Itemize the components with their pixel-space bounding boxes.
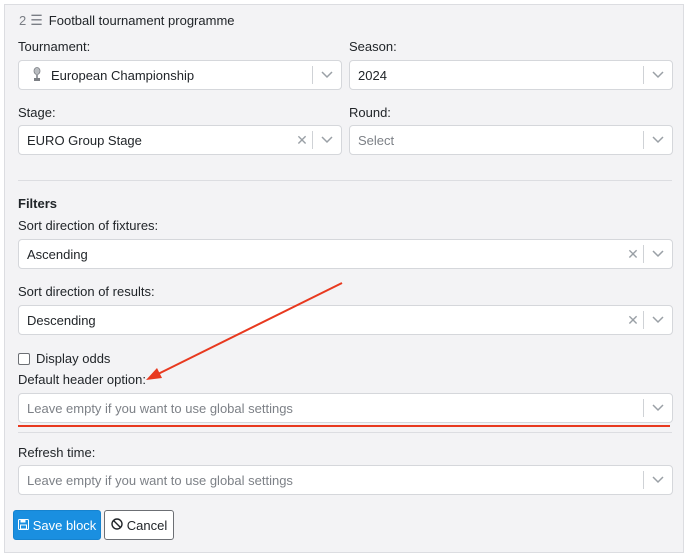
- chevron-down-icon[interactable]: [644, 316, 672, 324]
- chevron-down-icon[interactable]: [313, 136, 341, 144]
- clear-icon[interactable]: ✕: [292, 132, 312, 149]
- tournament-select[interactable]: European Championship: [18, 60, 342, 90]
- refresh-time-label: Refresh time:: [18, 445, 96, 460]
- filters-heading: Filters: [18, 196, 58, 211]
- annotation-underline: [18, 425, 670, 427]
- stage-value: EURO Group Stage: [27, 132, 142, 148]
- results-sort-select[interactable]: Descending ✕: [18, 305, 673, 335]
- season-select[interactable]: 2024: [349, 60, 673, 90]
- save-block-button[interactable]: Save block: [13, 510, 101, 540]
- clear-icon[interactable]: ✕: [623, 246, 643, 263]
- round-placeholder: Select: [358, 132, 395, 148]
- save-block-label: Save block: [32, 517, 97, 533]
- display-odds-checkbox[interactable]: [18, 352, 30, 365]
- block-header: 2 ☰ Football tournament programme: [19, 12, 235, 29]
- cancel-label: Cancel: [126, 517, 168, 533]
- fixtures-sort-select[interactable]: Ascending ✕: [18, 239, 673, 269]
- chevron-down-icon[interactable]: [644, 476, 672, 484]
- cancel-button[interactable]: Cancel: [104, 510, 174, 540]
- stage-label: Stage:: [18, 105, 56, 120]
- results-sort-value: Descending: [27, 312, 96, 328]
- refresh-time-placeholder: Leave empty if you want to use global se…: [27, 472, 293, 488]
- chevron-down-icon[interactable]: [644, 250, 672, 258]
- display-odds-row: Display odds: [18, 351, 110, 366]
- season-label: Season:: [349, 39, 397, 54]
- tournament-value: European Championship: [51, 67, 195, 83]
- results-sort-label: Sort direction of results:: [18, 284, 155, 299]
- header-option-placeholder: Leave empty if you want to use global se…: [27, 400, 293, 416]
- menu-icon[interactable]: ☰: [30, 12, 43, 29]
- round-select[interactable]: Select: [349, 125, 673, 155]
- chevron-down-icon[interactable]: [644, 404, 672, 412]
- display-odds-label: Display odds: [36, 351, 111, 366]
- divider: [18, 432, 672, 433]
- header-option-select[interactable]: Leave empty if you want to use global se…: [18, 393, 673, 423]
- season-value: 2024: [358, 67, 387, 83]
- fixtures-sort-value: Ascending: [27, 246, 88, 262]
- stage-select[interactable]: EURO Group Stage ✕: [18, 125, 342, 155]
- chevron-down-icon[interactable]: [644, 136, 672, 144]
- refresh-time-select[interactable]: Leave empty if you want to use global se…: [18, 465, 673, 495]
- save-icon: [17, 518, 29, 533]
- chevron-down-icon[interactable]: [313, 71, 341, 79]
- block-title: Football tournament programme: [48, 13, 235, 28]
- trophy-icon: [27, 67, 47, 83]
- divider: [18, 180, 672, 181]
- tournament-label: Tournament:: [18, 39, 91, 54]
- clear-icon[interactable]: ✕: [623, 312, 643, 329]
- ban-icon: [111, 517, 123, 533]
- round-label: Round:: [349, 105, 391, 120]
- programme-block-panel: 2 ☰ Football tournament programme Tourna…: [4, 4, 684, 553]
- fixtures-sort-label: Sort direction of fixtures:: [18, 218, 159, 233]
- block-number: 2: [19, 13, 27, 28]
- header-option-label: Default header option:: [18, 372, 146, 387]
- chevron-down-icon[interactable]: [644, 71, 672, 79]
